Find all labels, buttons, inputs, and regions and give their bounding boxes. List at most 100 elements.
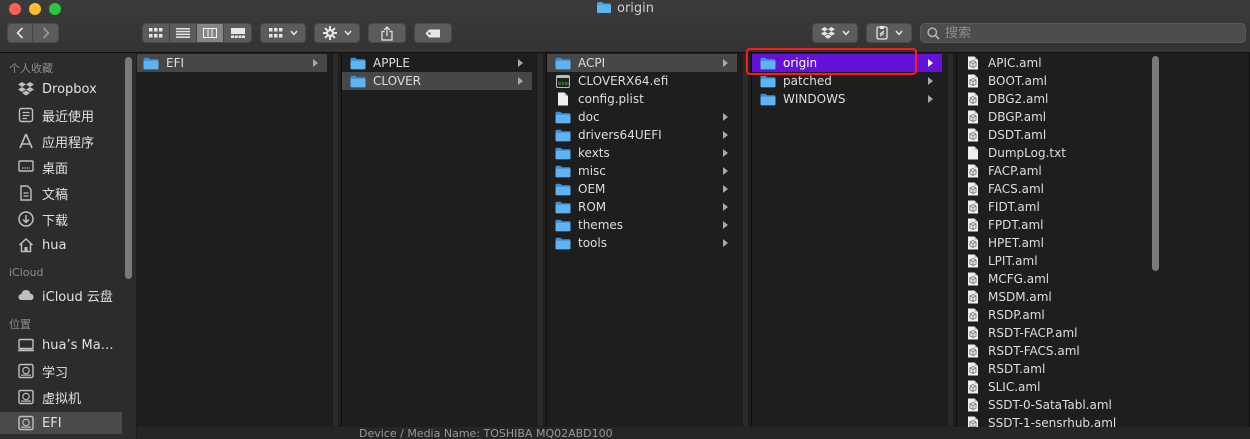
folder-row[interactable]: origin — [752, 54, 942, 72]
sidebar-item[interactable]: 学习 — [0, 360, 122, 382]
item-name: CLOVER — [373, 74, 421, 88]
sidebar-scrollbar[interactable] — [125, 57, 132, 279]
folder-row[interactable]: drivers64UEFI — [547, 126, 737, 144]
file-row[interactable]: HPET.aml — [957, 234, 1147, 252]
column-scrollbar[interactable] — [743, 53, 748, 427]
dropbox-icon — [820, 27, 835, 39]
chevron-right-icon — [722, 129, 729, 139]
action-menu-button[interactable] — [314, 23, 360, 43]
file-row[interactable]: DumpLog.txt — [957, 144, 1147, 162]
item-name: tools — [578, 236, 607, 250]
search-field[interactable] — [920, 23, 1246, 43]
column-scrollbar[interactable] — [333, 53, 338, 427]
file-row[interactable]: LPIT.aml — [957, 252, 1147, 270]
folder-icon — [350, 74, 366, 88]
folder-icon — [555, 146, 571, 160]
column-scrollbar[interactable] — [538, 53, 543, 427]
window-title: origin — [616, 1, 654, 16]
column-scrollbar[interactable] — [1152, 56, 1159, 271]
file-row[interactable]: SLIC.aml — [957, 378, 1147, 396]
aml-file-icon — [965, 92, 981, 106]
file-row[interactable]: BOOT.aml — [957, 72, 1147, 90]
folder-row[interactable]: OEM — [547, 180, 737, 198]
folder-row[interactable]: ROM — [547, 198, 737, 216]
sidebar-item[interactable]: hua’s Mac... — [0, 334, 122, 356]
sidebar-item[interactable]: iCloud 云盘 — [0, 284, 122, 306]
folder-row[interactable]: APPLE — [342, 54, 532, 72]
file-row[interactable]: FACP.aml — [957, 162, 1147, 180]
list-view-button[interactable] — [170, 24, 197, 42]
file-row[interactable]: MCFG.aml — [957, 270, 1147, 288]
file-row[interactable]: RSDT.aml — [957, 360, 1147, 378]
folder-row[interactable]: patched — [752, 72, 942, 90]
folder-row[interactable]: WINDOWS — [752, 90, 942, 108]
sidebar-item[interactable]: 应用程序 — [0, 130, 122, 152]
file-row[interactable]: FACS.aml — [957, 180, 1147, 198]
folder-row[interactable]: EFI — [137, 54, 327, 72]
item-name: RSDT.aml — [988, 362, 1046, 376]
file-row[interactable]: SSDT-0-SataTabl.aml — [957, 396, 1147, 414]
folder-row[interactable]: ACPI — [547, 54, 737, 72]
folder-row[interactable]: doc — [547, 108, 737, 126]
folder-row[interactable]: kexts — [547, 144, 737, 162]
item-name: doc — [578, 110, 600, 124]
file-row[interactable]: FPDT.aml — [957, 216, 1147, 234]
item-name: FACP.aml — [988, 164, 1042, 178]
folder-icon — [350, 56, 366, 70]
gear-icon — [322, 26, 337, 40]
icon-view-button[interactable] — [143, 24, 170, 42]
share-button[interactable] — [368, 23, 406, 43]
sidebar-item[interactable]: 文稿 — [0, 182, 122, 204]
column-view-button[interactable] — [197, 24, 224, 42]
file-row[interactable]: RSDT-FACS.aml — [957, 342, 1147, 360]
search-input[interactable] — [945, 25, 1235, 41]
sidebar-item-label: hua — [42, 237, 67, 253]
forward-button[interactable] — [33, 24, 58, 42]
file-row[interactable]: exec CLOVERX64.efi — [547, 72, 737, 90]
sidebar-item[interactable]: 虚拟机 — [0, 386, 122, 408]
sidebar-item[interactable]: 最近使用 — [0, 104, 122, 126]
aml-file-icon — [965, 380, 981, 394]
search-icon — [927, 26, 940, 40]
file-row[interactable]: DSDT.aml — [957, 126, 1147, 144]
sidebar-item[interactable]: EFI — [0, 412, 122, 434]
tags-button[interactable] — [414, 23, 452, 43]
item-name: WINDOWS — [783, 92, 846, 106]
chevron-right-icon — [722, 147, 729, 157]
dropbox-button[interactable] — [812, 23, 858, 43]
chevron-right-icon — [722, 201, 729, 211]
sidebar-item[interactable]: 桌面 — [0, 156, 122, 178]
document-icon — [965, 146, 981, 160]
sidebar-section-header: iCloud — [9, 266, 44, 279]
file-row[interactable]: APIC.aml — [957, 54, 1147, 72]
gallery-icon — [230, 28, 245, 38]
aml-file-icon — [965, 362, 981, 376]
file-row[interactable]: DBGP.aml — [957, 108, 1147, 126]
sidebar-item[interactable]: hua — [0, 234, 122, 256]
tag-icon — [425, 29, 440, 37]
sidebar-item[interactable]: 下载 — [0, 208, 122, 230]
file-row[interactable]: MSDM.aml — [957, 288, 1147, 306]
aml-file-icon — [965, 236, 981, 250]
quick-actions-button[interactable] — [866, 23, 912, 43]
folder-icon — [555, 56, 571, 70]
folder-row[interactable]: CLOVER — [342, 72, 532, 90]
file-row[interactable]: config.plist — [547, 90, 737, 108]
group-by-button[interactable] — [260, 23, 306, 43]
folder-icon — [555, 110, 571, 124]
back-button[interactable] — [8, 24, 34, 42]
folder-row[interactable]: tools — [547, 234, 737, 252]
folder-row[interactable]: misc — [547, 162, 737, 180]
file-row[interactable]: DBG2.aml — [957, 90, 1147, 108]
chevron-right-icon — [312, 57, 319, 67]
document-icon — [555, 92, 571, 106]
gallery-view-button[interactable] — [224, 24, 251, 42]
file-row[interactable]: RSDT-FACP.aml — [957, 324, 1147, 342]
computer-icon — [18, 337, 34, 353]
folder-row[interactable]: themes — [547, 216, 737, 234]
item-name: DumpLog.txt — [988, 146, 1066, 160]
file-row[interactable]: RSDP.aml — [957, 306, 1147, 324]
column-scrollbar[interactable] — [948, 53, 953, 427]
file-row[interactable]: FIDT.aml — [957, 198, 1147, 216]
sidebar-item[interactable]: Dropbox — [0, 78, 122, 100]
